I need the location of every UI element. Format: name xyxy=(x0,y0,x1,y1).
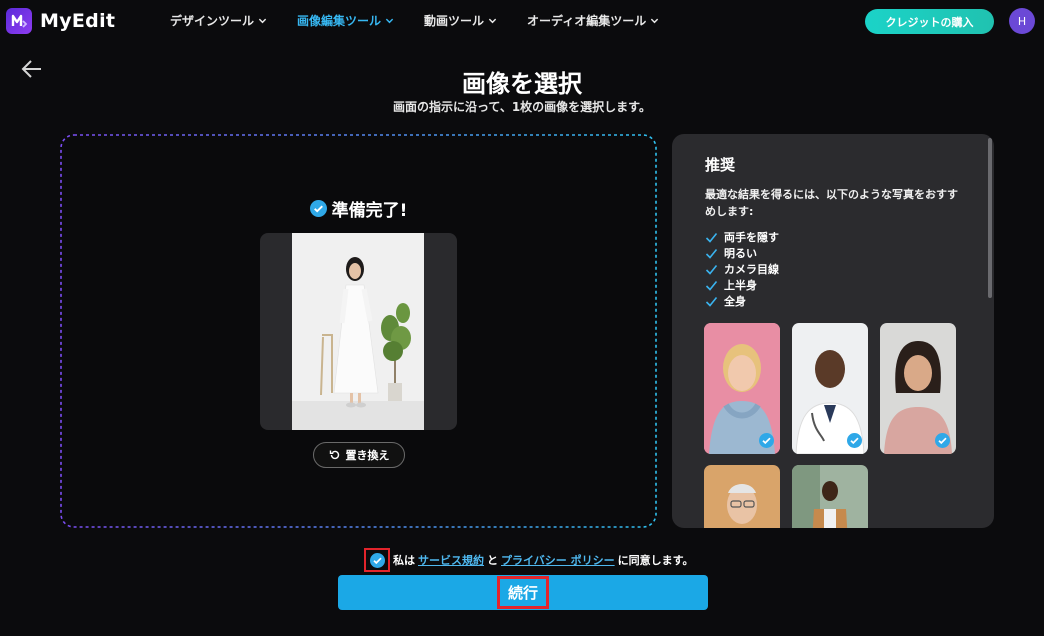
check-circle-icon xyxy=(935,433,950,448)
list-item: 明るい xyxy=(705,245,779,261)
check-icon xyxy=(705,232,718,243)
list-item-label: 明るい xyxy=(724,247,757,260)
list-item-label: 全身 xyxy=(724,295,746,308)
check-icon xyxy=(705,248,718,259)
nav-audio-tools[interactable]: オーディオ編集ツール xyxy=(527,12,659,29)
agreement-row: 私は サービス規約とプライバシー ポリシー に同意します。 xyxy=(364,548,694,572)
list-item-label: 両手を隠す xyxy=(724,231,779,244)
list-item: 両手を隠す xyxy=(705,229,779,245)
uploaded-photo xyxy=(292,233,424,430)
recommend-title: 推奨 xyxy=(705,156,736,174)
sample-photo-5 xyxy=(792,465,868,528)
check-circle-icon xyxy=(847,433,862,448)
nav-label: デザインツール xyxy=(170,14,255,28)
recommend-description: 最適な結果を得るには、以下のような写真をおすすめします: xyxy=(705,188,958,218)
myedit-logo-icon xyxy=(6,8,32,34)
brand-name: MyEdit xyxy=(40,10,116,32)
list-item-label: 上半身 xyxy=(724,279,757,292)
agreement-conjunction: と xyxy=(487,554,498,567)
rotate-icon xyxy=(329,450,339,460)
check-circle-icon xyxy=(369,552,385,568)
privacy-policy-link[interactable]: プライバシー ポリシー xyxy=(501,552,615,568)
sample-photo-1 xyxy=(704,323,780,454)
continue-label: 続行 xyxy=(496,576,549,609)
logo[interactable]: MyEdit xyxy=(6,8,115,34)
nav-label: 動画ツール xyxy=(424,14,485,28)
chevron-down-icon xyxy=(385,18,394,24)
check-circle-icon xyxy=(309,200,327,217)
ready-label: 準備完了! xyxy=(331,201,408,221)
list-item: 上半身 xyxy=(705,277,779,293)
chevron-down-icon xyxy=(488,18,497,24)
chevron-down-icon xyxy=(651,18,659,24)
terms-link[interactable]: サービス規約 xyxy=(418,552,484,568)
nav-label: 画像編集ツール xyxy=(297,14,382,28)
avatar[interactable]: H xyxy=(1009,8,1035,34)
continue-button[interactable]: 続行 xyxy=(338,575,708,610)
top-nav: MyEdit デザインツール 画像編集ツール 動画ツール オーディオ編集ツール … xyxy=(0,0,1044,42)
agreement-suffix: に同意します。 xyxy=(617,554,694,567)
sample-photo-2 xyxy=(792,323,868,454)
ready-status: 準備完了! xyxy=(60,196,657,221)
buy-credits-button[interactable]: クレジットの購入 xyxy=(865,9,994,34)
sample-photo-4 xyxy=(704,465,780,528)
check-icon xyxy=(705,264,718,275)
nav-image-tools[interactable]: 画像編集ツール xyxy=(297,12,394,29)
recommend-panel: 推奨 最適な結果を得るには、以下のような写真をおすすめします: 両手を隠す 明る… xyxy=(672,134,994,528)
recommend-list: 両手を隠す 明るい カメラ目線 上半身 全身 xyxy=(705,229,779,309)
agreement-prefix: 私は xyxy=(393,554,415,567)
nav-design-tools[interactable]: デザインツール xyxy=(170,12,267,29)
replace-label: 置き換え xyxy=(345,450,390,462)
nav-video-tools[interactable]: 動画ツール xyxy=(424,12,497,29)
list-item: カメラ目線 xyxy=(705,261,779,277)
list-item-label: カメラ目線 xyxy=(724,263,779,276)
agree-checkbox[interactable] xyxy=(364,548,390,572)
sample-photo-3 xyxy=(880,323,956,454)
page-title: 画像を選択 xyxy=(462,70,582,98)
upload-dropzone[interactable]: 準備完了! 置き換え xyxy=(60,134,657,528)
nav-label: オーディオ編集ツール xyxy=(527,14,647,28)
check-icon xyxy=(705,280,718,291)
check-icon xyxy=(705,296,718,307)
chevron-down-icon xyxy=(258,18,267,24)
replace-button[interactable]: 置き換え xyxy=(313,442,405,468)
list-item: 全身 xyxy=(705,293,779,309)
scrollbar[interactable] xyxy=(988,138,992,298)
check-circle-icon xyxy=(759,433,774,448)
main-nav: デザインツール 画像編集ツール 動画ツール オーディオ編集ツール xyxy=(170,12,689,29)
image-preview xyxy=(260,233,457,430)
page-subtitle: 画面の指示に沿って、1枚の画像を選択します。 xyxy=(393,100,651,114)
